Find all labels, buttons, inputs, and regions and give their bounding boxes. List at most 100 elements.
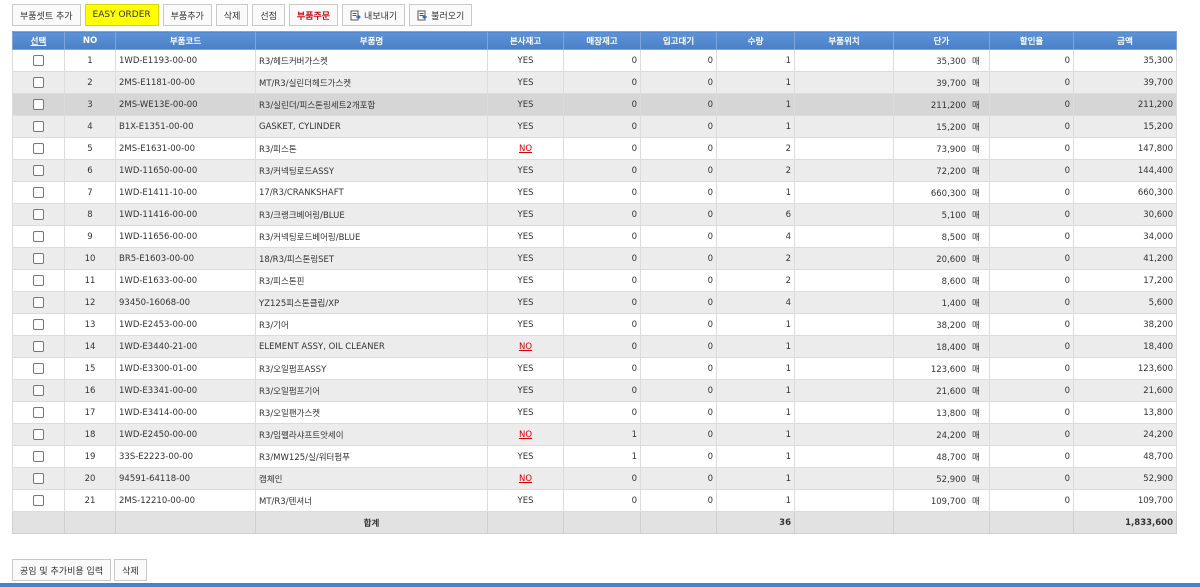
table-row[interactable]: 10 BR5-E1603-00-00 18/R3/피스톤링SET YES 0 0 2 20,6… <box>12 247 1177 270</box>
row-discount[interactable]: 0 <box>989 313 1074 336</box>
col-select[interactable]: 선택 <box>12 31 65 50</box>
table-row[interactable]: 3 2MS-WE13E-00-00 R3/실린더/피스톤링세트2개포함 YES 0 0 1 2… <box>12 93 1177 116</box>
reserve-button[interactable]: 선점 <box>252 4 285 26</box>
row-quantity[interactable]: 1 <box>716 335 795 358</box>
table-row[interactable]: 12 93450-16068-00 YZ125피스톤클립/XP YES 0 0 4 1,400… <box>12 291 1177 314</box>
add-part-set-button[interactable]: 부품셋트 추가 <box>12 4 81 26</box>
bottom-delete-button[interactable]: 삭제 <box>114 559 147 581</box>
row-discount[interactable]: 0 <box>989 467 1074 490</box>
row-checkbox[interactable] <box>33 253 44 264</box>
table-row[interactable]: 11 1WD-E1633-00-00 R3/피스톤핀 YES 0 0 2 8,600 매 0 17,… <box>12 269 1177 292</box>
table-row[interactable]: 17 1WD-E3414-00-00 R3/오일팬가스켓 YES 0 0 1 13,800 매 0… <box>12 401 1177 424</box>
row-checkbox[interactable] <box>33 231 44 242</box>
table-row[interactable]: 5 2MS-E1631-00-00 R3/피스톤 NO 0 0 2 73,900 매 0 147,8… <box>12 137 1177 160</box>
export-button[interactable]: 내보내기 <box>342 4 406 26</box>
row-checkbox[interactable] <box>33 77 44 88</box>
row-checkbox[interactable] <box>33 407 44 418</box>
row-discount[interactable]: 0 <box>989 357 1074 380</box>
row-discount[interactable]: 0 <box>989 225 1074 248</box>
row-checkbox[interactable] <box>33 429 44 440</box>
row-checkbox[interactable] <box>33 143 44 154</box>
table-row[interactable]: 8 1WD-11416-00-00 R3/크랭크베어링/BLUE YES 0 0 6 5,10… <box>12 203 1177 226</box>
row-checkbox[interactable] <box>33 121 44 132</box>
row-discount[interactable]: 0 <box>989 247 1074 270</box>
hq-stock-value[interactable]: NO <box>519 144 532 154</box>
row-quantity[interactable]: 1 <box>716 181 795 204</box>
row-checkbox[interactable] <box>33 275 44 286</box>
table-row[interactable]: 15 1WD-E3300-01-00 R3/오일펌프ASSY YES 0 0 1 123,60… <box>12 357 1177 380</box>
table-row[interactable]: 19 33S-E2223-00-00 R3/MW125/실/워터펌푸 YES 1 0 1 48… <box>12 445 1177 468</box>
easy-order-button[interactable]: EASY ORDER <box>84 4 159 26</box>
row-quantity[interactable]: 1 <box>716 313 795 336</box>
row-discount[interactable]: 0 <box>989 93 1074 116</box>
table-row[interactable]: 21 2MS-12210-00-00 MT/R3/텐셔너 YES 0 0 1 109,700 매… <box>12 489 1177 512</box>
table-row[interactable]: 9 1WD-11656-00-00 R3/커넥팅로드베어링/BLUE YES 0 0 4 8,… <box>12 225 1177 248</box>
table-row[interactable]: 6 1WD-11650-00-00 R3/커넥팅로드ASSY YES 0 0 2 72,200… <box>12 159 1177 182</box>
table-row[interactable]: 1 1WD-E1193-00-00 R3/헤드커버가스켓 YES 0 0 1 35,300 매 0… <box>12 49 1177 72</box>
row-quantity[interactable]: 1 <box>716 115 795 138</box>
row-quantity[interactable]: 1 <box>716 467 795 490</box>
row-quantity[interactable]: 1 <box>716 49 795 72</box>
row-discount[interactable]: 0 <box>989 203 1074 226</box>
delete-button[interactable]: 삭제 <box>215 4 249 26</box>
row-checkbox[interactable] <box>33 341 44 352</box>
row-quantity[interactable]: 4 <box>716 291 795 314</box>
row-quantity[interactable]: 1 <box>716 401 795 424</box>
hq-stock-value[interactable]: NO <box>519 430 532 440</box>
row-discount[interactable]: 0 <box>989 159 1074 182</box>
table-row[interactable]: 20 94591-64118-00 캠체인 NO 0 0 1 52,900 매 0 52,900 <box>12 467 1177 490</box>
row-discount[interactable]: 0 <box>989 401 1074 424</box>
add-part-button[interactable]: 부품추가 <box>162 4 212 26</box>
hq-stock-value[interactable]: NO <box>519 474 532 484</box>
row-checkbox[interactable] <box>33 165 44 176</box>
row-discount[interactable]: 0 <box>989 291 1074 314</box>
order-parts-button[interactable]: 부품주문 <box>288 4 339 26</box>
row-quantity[interactable]: 2 <box>716 137 795 160</box>
row-quantity[interactable]: 2 <box>716 159 795 182</box>
import-button[interactable]: 불러오기 <box>409 4 473 26</box>
row-checkbox[interactable] <box>33 297 44 308</box>
row-quantity[interactable]: 1 <box>716 423 795 446</box>
row-discount[interactable]: 0 <box>989 445 1074 468</box>
row-discount[interactable]: 0 <box>989 115 1074 138</box>
row-incoming: 0 <box>640 313 717 336</box>
hq-stock-value[interactable]: NO <box>519 342 532 352</box>
row-checkbox[interactable] <box>33 187 44 198</box>
row-discount[interactable]: 0 <box>989 137 1074 160</box>
row-checkbox[interactable] <box>33 55 44 66</box>
row-quantity[interactable]: 1 <box>716 489 795 512</box>
row-quantity[interactable]: 1 <box>716 379 795 402</box>
row-checkbox[interactable] <box>33 385 44 396</box>
row-discount[interactable]: 0 <box>989 49 1074 72</box>
row-quantity[interactable]: 6 <box>716 203 795 226</box>
row-discount[interactable]: 0 <box>989 489 1074 512</box>
row-discount[interactable]: 0 <box>989 379 1074 402</box>
row-discount[interactable]: 0 <box>989 269 1074 292</box>
table-row[interactable]: 13 1WD-E2453-00-00 R3/기어 YES 0 0 1 38,200 매 0 38,2… <box>12 313 1177 336</box>
row-discount[interactable]: 0 <box>989 335 1074 358</box>
row-quantity[interactable]: 1 <box>716 71 795 94</box>
table-row[interactable]: 14 1WD-E3440-21-00 ELEMENT ASSY, OIL CLEAN… <box>12 335 1177 358</box>
row-discount[interactable]: 0 <box>989 71 1074 94</box>
labor-extra-cost-button[interactable]: 공임 및 추가비용 입력 <box>12 559 112 581</box>
row-checkbox[interactable] <box>33 363 44 374</box>
row-quantity[interactable]: 2 <box>716 269 795 292</box>
table-row[interactable]: 4 B1X-E1351-00-00 GASKET, CYLINDER YES 0 0 1 15… <box>12 115 1177 138</box>
row-quantity[interactable]: 2 <box>716 247 795 270</box>
row-checkbox[interactable] <box>33 495 44 506</box>
row-checkbox[interactable] <box>33 473 44 484</box>
row-quantity[interactable]: 1 <box>716 93 795 116</box>
row-checkbox[interactable] <box>33 319 44 330</box>
table-row[interactable]: 2 2MS-E1181-00-00 MT/R3/실린더헤드가스켓 YES 0 0 1 39,7… <box>12 71 1177 94</box>
row-discount[interactable]: 0 <box>989 181 1074 204</box>
row-quantity[interactable]: 1 <box>716 445 795 468</box>
row-checkbox[interactable] <box>33 209 44 220</box>
row-quantity[interactable]: 4 <box>716 225 795 248</box>
row-quantity[interactable]: 1 <box>716 357 795 380</box>
row-discount[interactable]: 0 <box>989 423 1074 446</box>
row-checkbox[interactable] <box>33 451 44 462</box>
table-row[interactable]: 16 1WD-E3341-00-00 R3/오일펌프기어 YES 0 0 1 21,600 매 0… <box>12 379 1177 402</box>
table-row[interactable]: 18 1WD-E2450-00-00 R3/임펠라샤프트앗세이 NO 1 0 1 24,200… <box>12 423 1177 446</box>
table-row[interactable]: 7 1WD-E1411-10-00 17/R3/CRANKSHAFT YES 0 0 1 66… <box>12 181 1177 204</box>
row-checkbox[interactable] <box>33 99 44 110</box>
